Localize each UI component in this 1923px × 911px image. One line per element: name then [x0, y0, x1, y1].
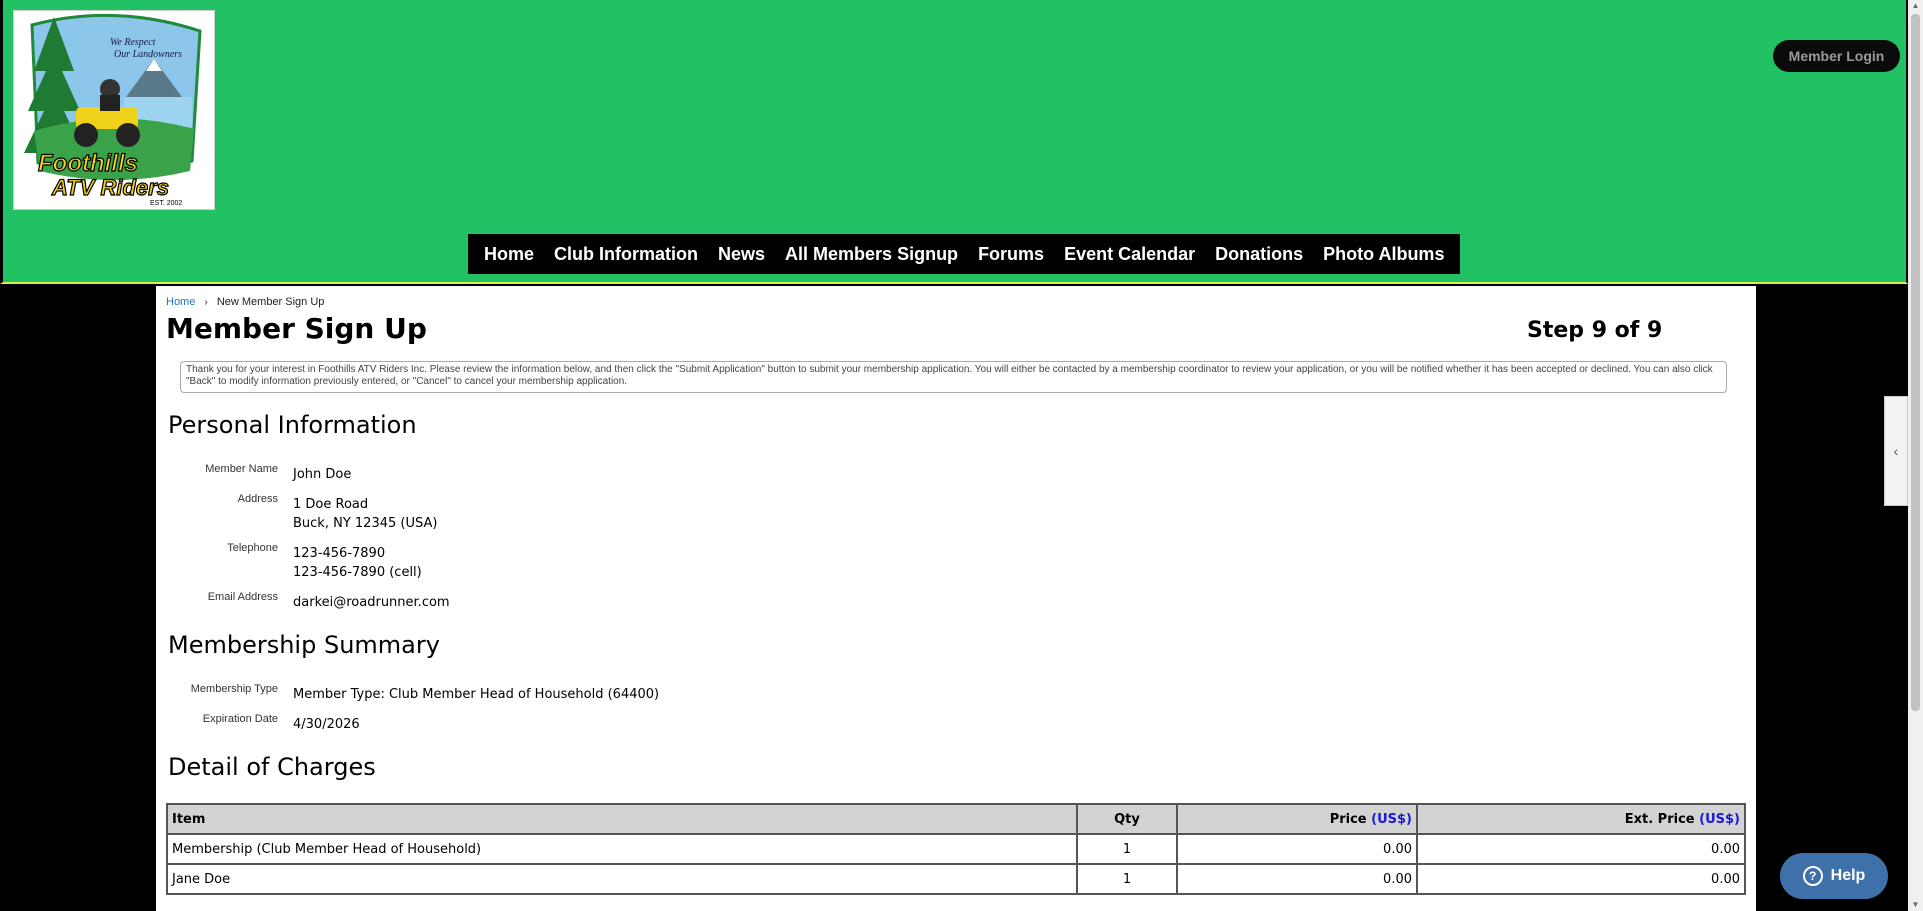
site-header: We Respect Our Landowners Foothills ATV …	[0, 0, 1908, 284]
help-label: Help	[1830, 867, 1866, 884]
instructions-notice: Thank you for your interest in Foothills…	[180, 361, 1727, 393]
membership-type-value: Member Type: Club Member Head of Househo…	[293, 687, 660, 702]
column-qty: Qty	[1076, 803, 1178, 835]
breadcrumb-home-link[interactable]: Home	[166, 296, 195, 308]
nav-news[interactable]: News	[708, 244, 775, 265]
main-content: Home › New Member Sign Up Member Sign Up…	[156, 286, 1756, 911]
nav-event-calendar[interactable]: Event Calendar	[1054, 244, 1205, 265]
expiration-value: 4/30/2026	[293, 717, 360, 732]
nav-donations[interactable]: Donations	[1205, 244, 1313, 265]
logo-text-brand-1: Foothills	[38, 150, 138, 177]
telephone-value: 123-456-7890 123-456-7890 (cell)	[293, 544, 422, 582]
nav-photo-albums[interactable]: Photo Albums	[1313, 244, 1454, 265]
expiration-label: Expiration Date	[202, 713, 278, 725]
logo-text-landowners: Our Landowners	[114, 49, 182, 60]
email-value: darkei@roadrunner.com	[293, 595, 450, 610]
row-item: Jane Doe	[166, 863, 1078, 895]
question-circle-icon: ?	[1802, 866, 1823, 886]
address-line-1: 1 Doe Road	[293, 497, 369, 512]
telephone-label: Telephone	[227, 542, 278, 554]
table-row: Jane Doe 1 0.00 0.00	[166, 863, 1746, 895]
column-ext-price: Ext. Price (US$)	[1416, 803, 1746, 835]
column-price: Price (US$)	[1176, 803, 1418, 835]
charges-header-row: Item Qty Price (US$) Ext. Price (US$)	[166, 803, 1746, 835]
member-name-value: John Doe	[293, 467, 352, 482]
ext-price-currency: (US$)	[1699, 811, 1740, 827]
logo-text-respect: We Respect	[110, 37, 156, 48]
price-currency: (US$)	[1371, 811, 1412, 827]
logo-text-est: EST. 2002	[150, 200, 182, 207]
nav-club-information[interactable]: Club Information	[544, 244, 708, 265]
membership-summary-heading: Membership Summary	[168, 631, 440, 659]
member-name-label: Member Name	[205, 463, 278, 475]
help-button[interactable]: ? Help	[1780, 853, 1888, 899]
membership-type-label: Membership Type	[190, 683, 278, 695]
breadcrumb-current: New Member Sign Up	[216, 296, 325, 308]
telephone-2: 123-456-7890 (cell)	[293, 565, 422, 580]
breadcrumb: Home › New Member Sign Up	[166, 296, 324, 308]
logo-text-brand-2: ATV Riders	[51, 175, 169, 200]
club-logo-graphic: We Respect Our Landowners Foothills ATV …	[14, 11, 214, 209]
personal-info-heading: Personal Information	[168, 411, 417, 439]
charges-table: Item Qty Price (US$) Ext. Price (US$) Me…	[166, 803, 1746, 895]
row-qty: 1	[1076, 863, 1178, 895]
page-scrollbar[interactable]: ▲ ▼	[1908, 0, 1923, 911]
row-ext-price: 0.00	[1416, 833, 1746, 865]
email-label: Email Address	[207, 591, 278, 603]
row-qty: 1	[1076, 833, 1178, 865]
nav-forums[interactable]: Forums	[968, 244, 1054, 265]
scroll-down-icon[interactable]: ▼	[1908, 899, 1923, 911]
address-value: 1 Doe Road Buck, NY 12345 (USA)	[293, 495, 437, 533]
member-login-button[interactable]: Member Login	[1773, 40, 1900, 72]
telephone-1: 123-456-7890	[293, 546, 386, 561]
row-price: 0.00	[1176, 833, 1418, 865]
main-nav: Home Club Information News All Members S…	[468, 234, 1461, 274]
column-item: Item	[166, 803, 1078, 835]
nav-home[interactable]: Home	[474, 244, 544, 265]
row-item: Membership (Club Member Head of Househol…	[166, 833, 1078, 865]
chevron-right-icon: ›	[204, 297, 208, 308]
scroll-up-icon[interactable]: ▲	[1908, 0, 1923, 12]
scrollbar-thumb[interactable]	[1911, 14, 1920, 711]
step-indicator: Step 9 of 9	[1527, 318, 1663, 343]
page-title: Member Sign Up	[166, 312, 427, 345]
row-price: 0.00	[1176, 863, 1418, 895]
address-line-2: Buck, NY 12345 (USA)	[293, 516, 438, 531]
side-panel-toggle[interactable]: ‹	[1884, 396, 1908, 506]
chevron-left-icon: ‹	[1893, 443, 1899, 459]
nav-all-members-signup[interactable]: All Members Signup	[775, 244, 968, 265]
row-ext-price: 0.00	[1416, 863, 1746, 895]
table-row: Membership (Club Member Head of Househol…	[166, 833, 1746, 865]
address-label: Address	[237, 493, 278, 505]
charges-heading: Detail of Charges	[168, 753, 376, 781]
club-logo[interactable]: We Respect Our Landowners Foothills ATV …	[13, 10, 215, 210]
